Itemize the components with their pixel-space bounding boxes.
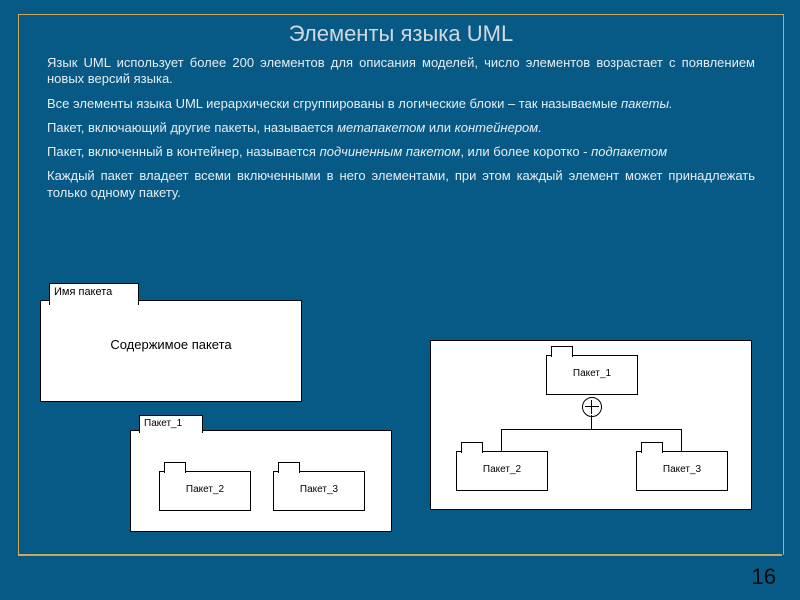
- paragraph-1: Язык UML использует более 200 элементов …: [47, 55, 755, 88]
- package-diagram-2: Пакет_1 Пакет_2 Пакет_3: [130, 430, 392, 532]
- package-tab-icon: [551, 346, 573, 357]
- package-tab-label: Имя пакета: [49, 283, 139, 305]
- package-tab-icon: [461, 442, 483, 453]
- package-diagram-3: Пакет_1 Пакет_2 Пакет_3: [430, 340, 752, 510]
- slide-content: Язык UML использует более 200 элементов …: [19, 47, 783, 201]
- package-tab-icon: [278, 462, 300, 473]
- package-tab-icon: [641, 442, 663, 453]
- containment-icon: [582, 397, 602, 417]
- child-package-2: Пакет_2: [456, 451, 548, 491]
- parent-package: Пакет_1: [546, 355, 638, 395]
- paragraph-4: Пакет, включенный в контейнер, называетс…: [47, 144, 755, 160]
- connector-line: [591, 415, 592, 429]
- connector-line: [681, 429, 682, 451]
- sub-package-2: Пакет_2: [159, 471, 251, 511]
- connector-line: [501, 429, 502, 451]
- package-diagram-1: Имя пакета Содержимое пакета: [40, 300, 302, 402]
- paragraph-3: Пакет, включающий другие пакеты, называе…: [47, 120, 755, 136]
- package-tab-icon: [164, 462, 186, 473]
- child-package-3: Пакет_3: [636, 451, 728, 491]
- sub-package-3: Пакет_3: [273, 471, 365, 511]
- package-container-tab: Пакет_1: [139, 415, 203, 433]
- slide-title: Элементы языка UML: [19, 21, 783, 47]
- connector-line: [501, 429, 681, 430]
- package-body-label: Содержимое пакета: [41, 337, 301, 352]
- page-number: 16: [752, 564, 776, 590]
- diagrams-area: Имя пакета Содержимое пакета Пакет_1 Пак…: [40, 300, 760, 540]
- paragraph-5: Каждый пакет владеет всеми включенными в…: [47, 168, 755, 201]
- paragraph-2: Все элементы языка UML иерархически сгру…: [47, 96, 755, 112]
- divider-line: [18, 554, 782, 556]
